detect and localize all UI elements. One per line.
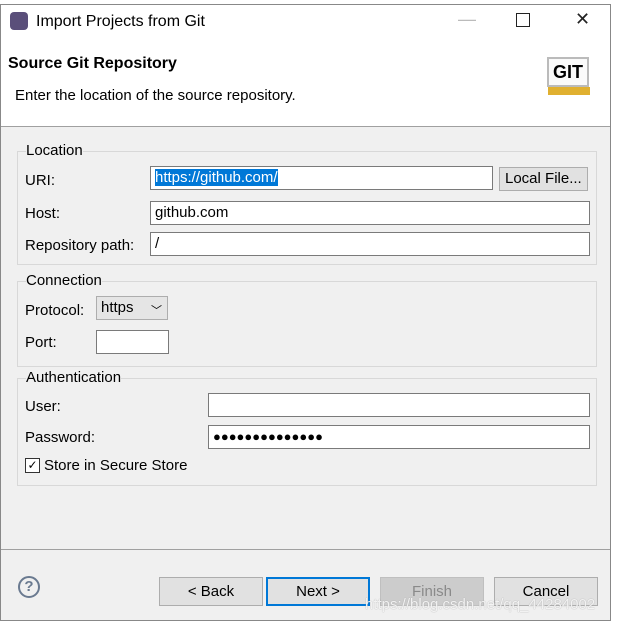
eclipse-icon: [10, 12, 28, 30]
password-input[interactable]: ●●●●●●●●●●●●●●: [208, 425, 590, 449]
local-file-button[interactable]: Local File...: [499, 167, 588, 191]
authentication-label: Authentication: [26, 369, 122, 386]
uri-input[interactable]: https://github.com/: [150, 166, 493, 190]
port-label: Port:: [25, 334, 57, 351]
user-label: User:: [25, 398, 61, 415]
title-bar: Import Projects from Git — ✕: [1, 5, 610, 41]
store-checkbox[interactable]: ✓: [25, 458, 40, 473]
repository-path-label: Repository path:: [25, 237, 135, 254]
next-button[interactable]: Next >: [266, 577, 370, 606]
host-label: Host:: [25, 205, 61, 222]
git-logo-icon: GIT: [547, 57, 589, 87]
maximize-button[interactable]: [516, 13, 530, 27]
back-button[interactable]: < Back: [159, 577, 263, 606]
password-label: Password:: [25, 429, 96, 446]
protocol-value: https: [101, 299, 134, 316]
chevron-down-icon: ﹀: [151, 305, 162, 317]
connection-group: [17, 281, 597, 367]
wizard-header: Source Git Repository Enter the location…: [1, 41, 610, 127]
host-input[interactable]: github.com: [150, 201, 590, 225]
pipe-icon: [548, 87, 590, 95]
protocol-label: Protocol:: [25, 302, 85, 319]
window-title: Import Projects from Git: [36, 13, 205, 30]
page-title: Source Git Repository: [8, 55, 177, 72]
minimize-button[interactable]: —: [458, 9, 476, 30]
port-input[interactable]: [96, 330, 169, 354]
import-dialog: Import Projects from Git — ✕ Source Git …: [0, 4, 611, 621]
watermark: https://blog.csdn.net/qq_44284002: [365, 596, 596, 613]
store-label: Store in Secure Store: [44, 457, 188, 474]
git-logo-text: GIT: [553, 62, 583, 82]
protocol-select[interactable]: https ﹀: [96, 296, 168, 320]
close-button[interactable]: ✕: [575, 9, 590, 30]
uri-label: URI:: [25, 172, 55, 189]
uri-value: https://github.com/: [155, 169, 278, 186]
connection-label: Connection: [26, 272, 102, 289]
location-label: Location: [26, 142, 83, 159]
user-input[interactable]: [208, 393, 590, 417]
page-description: Enter the location of the source reposit…: [15, 87, 296, 104]
repository-path-input[interactable]: /: [150, 232, 590, 256]
help-icon[interactable]: ?: [18, 576, 40, 598]
divider: [1, 549, 610, 550]
